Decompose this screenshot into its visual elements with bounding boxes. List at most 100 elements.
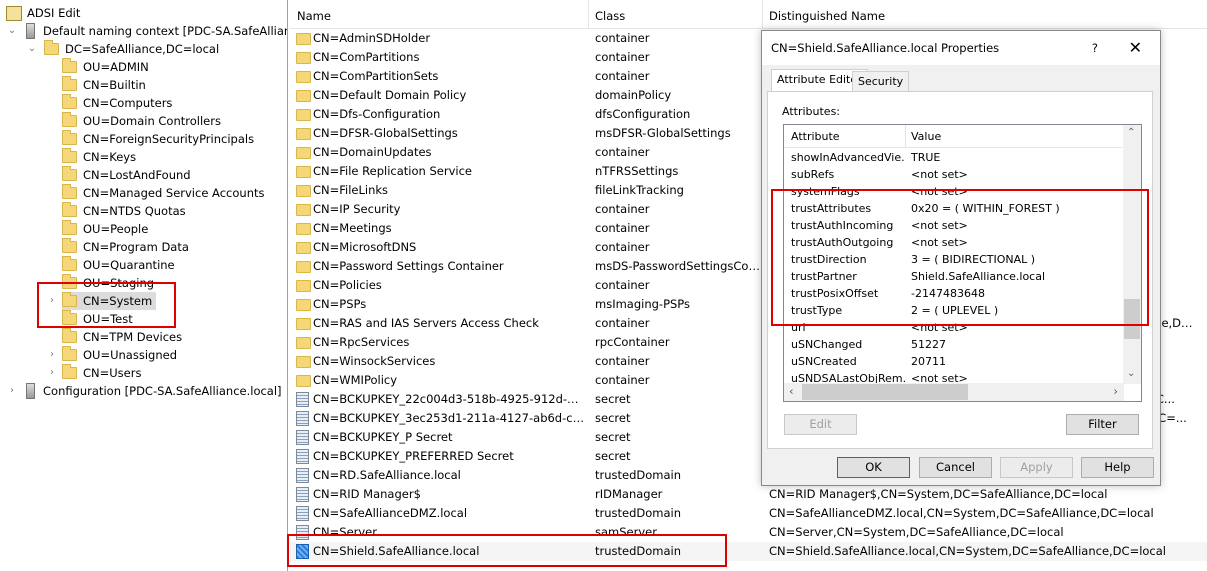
- tree-domain[interactable]: ⌄ DC=SafeAlliance,DC=local: [26, 40, 219, 58]
- column-header-name[interactable]: Name: [297, 9, 331, 23]
- tree-item[interactable]: CN=Keys: [46, 148, 136, 166]
- chevron-right-icon[interactable]: ›: [46, 364, 58, 382]
- column-header-class[interactable]: Class: [595, 9, 625, 23]
- row-class: secret: [595, 430, 631, 444]
- chevron-down-icon[interactable]: ⌄: [26, 40, 38, 58]
- chevron-right-icon[interactable]: ›: [6, 382, 18, 400]
- tree-item[interactable]: OU=People: [46, 220, 148, 238]
- vertical-scrollbar[interactable]: ⌃ ⌄: [1123, 125, 1141, 384]
- attribute-name: uSNChanged: [791, 338, 863, 351]
- row-name: CN=Server: [313, 525, 377, 539]
- row-name: CN=MicrosoftDNS: [313, 240, 417, 254]
- scroll-right-icon[interactable]: ›: [1113, 384, 1118, 398]
- attribute-name: url: [791, 321, 806, 334]
- tree-configuration[interactable]: › Configuration [PDC-SA.SafeAlliance.loc…: [6, 382, 282, 400]
- tree-item[interactable]: CN=NTDS Quotas: [46, 202, 186, 220]
- attribute-row[interactable]: trustAttributes 0x20 = ( WITHIN_FOREST ): [784, 200, 1122, 217]
- folder-icon: [62, 364, 77, 379]
- attribute-row[interactable]: showInAdvancedVie... TRUE: [784, 149, 1122, 166]
- object-icon: [296, 449, 309, 464]
- tree-item[interactable]: › CN=Users: [46, 364, 141, 382]
- row-class: fileLinkTracking: [595, 183, 684, 197]
- attribute-name: trustPosixOffset: [791, 287, 879, 300]
- column-header-dn[interactable]: Distinguished Name: [769, 9, 885, 23]
- attribute-value: <not set>: [911, 321, 968, 334]
- row-name: CN=WinsockServices: [313, 354, 436, 368]
- tree-item[interactable]: OU=Test: [46, 310, 133, 328]
- row-name: CN=ComPartitionSets: [313, 69, 439, 83]
- tree-item-label: CN=LostAndFound: [83, 168, 191, 182]
- scrollbar-thumb[interactable]: [1124, 299, 1140, 339]
- tree-item[interactable]: CN=ForeignSecurityPrincipals: [46, 130, 254, 148]
- row-name: CN=RpcServices: [313, 335, 410, 349]
- attribute-row[interactable]: uSNChanged 51227: [784, 336, 1122, 353]
- apply-button[interactable]: Apply: [1000, 457, 1073, 478]
- attribute-row[interactable]: trustPartner Shield.SafeAlliance.local: [784, 268, 1122, 285]
- row-name: CN=WMIPolicy: [313, 373, 398, 387]
- attribute-row[interactable]: trustAuthOutgoing <not set>: [784, 234, 1122, 251]
- tree-item[interactable]: CN=LostAndFound: [46, 166, 191, 184]
- attribute-row[interactable]: subRefs <not set>: [784, 166, 1122, 183]
- attribute-row[interactable]: trustAuthIncoming <not set>: [784, 217, 1122, 234]
- tree-item[interactable]: › CN=System: [46, 292, 157, 310]
- row-class: rIDManager: [595, 487, 663, 501]
- list-row[interactable]: CN=SafeAllianceDMZ.local trustedDomain CN=…: [290, 504, 1207, 523]
- tree-item[interactable]: OU=Staging: [46, 274, 154, 292]
- row-class: container: [595, 145, 650, 159]
- attribute-row[interactable]: uSNCreated 20711: [784, 353, 1122, 370]
- list-row[interactable]: CN=RID Manager$ rIDManager CN=RID Manager$…: [290, 485, 1207, 504]
- attribute-row[interactable]: url <not set>: [784, 319, 1122, 336]
- tree-item[interactable]: › OU=Unassigned: [46, 346, 177, 364]
- attribute-name: trustPartner: [791, 270, 857, 283]
- attribute-row[interactable]: systemFlags <not set>: [784, 183, 1122, 200]
- row-name: CN=Password Settings Container: [313, 259, 504, 273]
- object-icon: [296, 392, 309, 407]
- tree-item-label: CN=Computers: [83, 96, 173, 110]
- tree-item[interactable]: OU=Quarantine: [46, 256, 175, 274]
- tree-item[interactable]: OU=ADMIN: [46, 58, 149, 76]
- tree-item[interactable]: CN=Managed Service Accounts: [46, 184, 264, 202]
- list-header: Name Class Distinguished Name: [290, 0, 1207, 29]
- chevron-right-icon[interactable]: ›: [46, 346, 58, 364]
- tree-item[interactable]: OU=Domain Controllers: [46, 112, 221, 130]
- horizontal-scrollbar[interactable]: ‹ ›: [784, 383, 1124, 401]
- cancel-button[interactable]: Cancel: [919, 457, 992, 478]
- tree-root[interactable]: ADSI Edit: [6, 4, 80, 22]
- column-header-value[interactable]: Value: [911, 130, 941, 143]
- tab-security[interactable]: Security: [852, 71, 910, 91]
- scroll-down-icon[interactable]: ⌄: [1127, 368, 1135, 379]
- filter-button[interactable]: Filter: [1066, 414, 1139, 435]
- tree-pane[interactable]: ADSI Edit ⌄ Default naming context [PDC-…: [0, 0, 288, 571]
- tree-item[interactable]: CN=TPM Devices: [46, 328, 182, 346]
- list-row[interactable]: CN=Server samServer CN=Server,CN=System,DC…: [290, 523, 1207, 542]
- attribute-value: <not set>: [911, 219, 968, 232]
- tree-item[interactable]: CN=Builtin: [46, 76, 146, 94]
- scrollbar-thumb[interactable]: [802, 384, 968, 400]
- ok-button[interactable]: OK: [837, 457, 910, 478]
- attribute-row[interactable]: trustDirection 3 = ( BIDIRECTIONAL ): [784, 251, 1122, 268]
- help-icon[interactable]: ?: [1092, 31, 1098, 65]
- attribute-name: trustAuthIncoming: [791, 219, 894, 232]
- help-button[interactable]: Help: [1081, 457, 1154, 478]
- chevron-down-icon[interactable]: ⌄: [6, 22, 18, 40]
- attribute-row[interactable]: trustType 2 = ( UPLEVEL ): [784, 302, 1122, 319]
- tree-item[interactable]: CN=Computers: [46, 94, 172, 112]
- tree-default-naming-context[interactable]: ⌄ Default naming context [PDC-SA.SafeAll…: [6, 22, 287, 40]
- row-class: container: [595, 354, 650, 368]
- tree-label: DC=SafeAlliance,DC=local: [65, 42, 220, 56]
- tree-item[interactable]: CN=Program Data: [46, 238, 189, 256]
- attribute-value: <not set>: [911, 168, 968, 181]
- attribute-value: 3 = ( BIDIRECTIONAL ): [911, 253, 1036, 266]
- attribute-row[interactable]: trustPosixOffset -2147483648: [784, 285, 1122, 302]
- row-name: CN=RID Manager$: [313, 487, 421, 501]
- server-icon: [26, 23, 35, 39]
- chevron-right-icon[interactable]: ›: [46, 292, 58, 310]
- attributes-listview[interactable]: Attribute Value showInAdvancedVie... TRUE…: [783, 124, 1142, 402]
- scroll-left-icon[interactable]: ‹: [789, 384, 794, 398]
- edit-button[interactable]: Edit: [784, 414, 857, 435]
- list-row[interactable]: CN=Shield.SafeAlliance.local trustedDomai…: [290, 542, 1207, 561]
- server-icon: [26, 383, 35, 399]
- close-icon[interactable]: ✕: [1129, 31, 1142, 65]
- column-header-attribute[interactable]: Attribute: [791, 130, 840, 143]
- scroll-up-icon[interactable]: ⌃: [1127, 127, 1135, 138]
